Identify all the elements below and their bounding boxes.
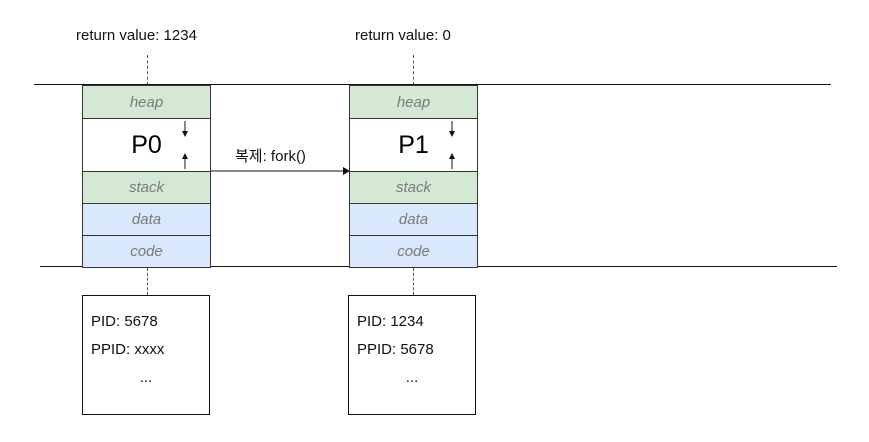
parent-info-box: PID: 5678 PPID: xxxx ... (82, 295, 210, 415)
parent-process-body: P0 (83, 119, 210, 172)
child-info-ellipsis: ... (405, 369, 419, 386)
child-info-box: PID: 1234 PPID: 5678 ... (348, 295, 476, 415)
parent-code-segment: code (83, 236, 210, 267)
child-process-memory: heap P1 stack data code (349, 85, 478, 268)
child-ppid: PPID: 5678 (357, 341, 434, 358)
child-process-name: P1 (398, 130, 429, 159)
parent-pid: PID: 5678 (91, 313, 158, 330)
parent-process-name: P0 (131, 130, 162, 159)
parent-stack-segment: stack (83, 172, 210, 204)
growth-arrows-icon (449, 121, 455, 169)
child-heap-segment: heap (350, 86, 477, 119)
child-return-value-label: return value: 0 (355, 27, 451, 44)
fork-label: 복제: fork() (235, 148, 306, 165)
parent-top-connector (147, 55, 148, 85)
parent-data-segment: data (83, 204, 210, 236)
child-bottom-connector (413, 268, 414, 295)
growth-arrows-icon (182, 121, 188, 169)
child-pid: PID: 1234 (357, 313, 424, 330)
parent-ppid: PPID: xxxx (91, 341, 165, 358)
parent-info-ellipsis: ... (139, 369, 153, 386)
parent-process-memory: heap P0 stack data code (82, 85, 211, 268)
child-stack-segment: stack (350, 172, 477, 204)
parent-bottom-connector (147, 268, 148, 295)
parent-return-value-label: return value: 1234 (76, 27, 197, 44)
child-top-connector (413, 55, 414, 85)
child-code-segment: code (350, 236, 477, 267)
parent-heap-segment: heap (83, 86, 210, 119)
child-process-body: P1 (350, 119, 477, 172)
child-data-segment: data (350, 204, 477, 236)
